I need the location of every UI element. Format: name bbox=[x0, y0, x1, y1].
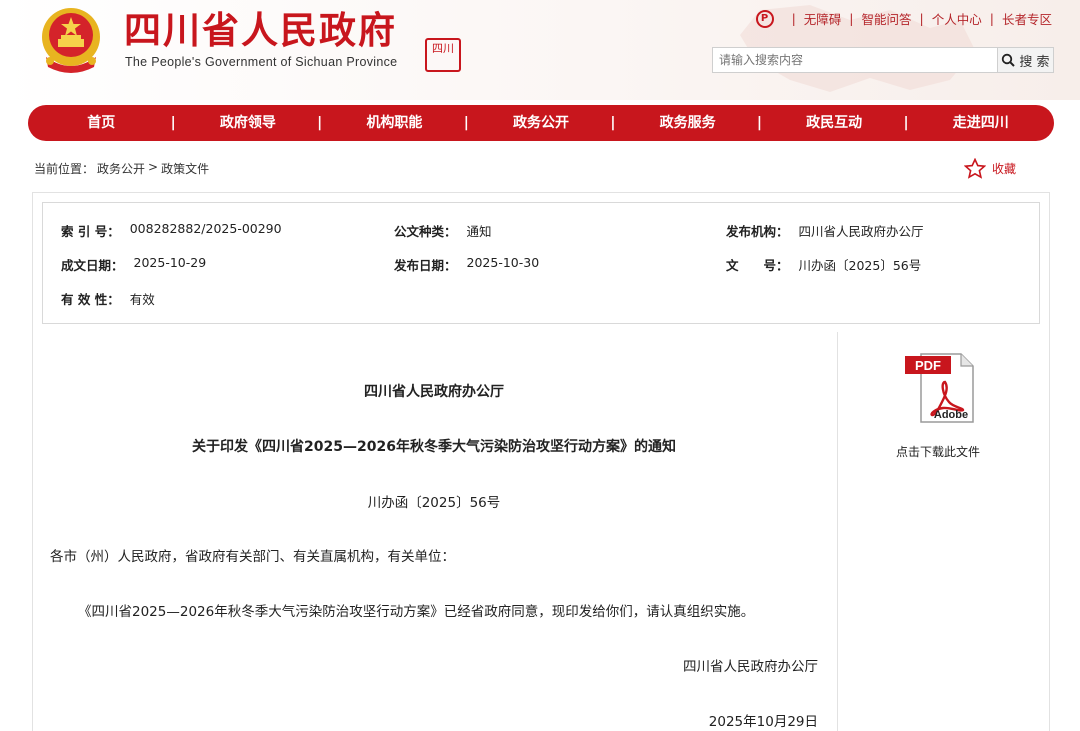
breadcrumb: 当前位置： 政务公开 > 政策文件 bbox=[34, 160, 209, 177]
smart-qa-link[interactable]: 智能问答 bbox=[862, 9, 912, 28]
breadcrumb-policy-docs[interactable]: 政策文件 bbox=[161, 160, 209, 177]
document-signature: 四川省人民政府办公厅 bbox=[683, 659, 818, 675]
favorite-button[interactable]: 收藏 bbox=[964, 158, 1016, 179]
adobe-text: Adobe bbox=[934, 409, 968, 421]
column-divider bbox=[837, 332, 838, 731]
main-nav: 首页 政府领导 机构职能 政务公开 政务服务 政民互动 走进四川 bbox=[28, 105, 1054, 141]
site-title[interactable]: 四川省人民政府 bbox=[124, 8, 397, 52]
meta-org: 发布机构： 四川省人民政府办公厅 bbox=[726, 221, 924, 240]
meta-index-label: 索 引 号： bbox=[61, 224, 120, 239]
nav-public-affairs[interactable]: 政务公开 bbox=[464, 105, 615, 141]
sichuan-seal-logo: 四川 bbox=[425, 38, 461, 72]
search-button[interactable]: 搜 索 bbox=[997, 47, 1054, 73]
meta-docno: 文 号： 川办函〔2025〕56号 bbox=[726, 255, 921, 274]
pdf-tag: PDF bbox=[915, 358, 941, 373]
national-emblem-icon bbox=[42, 8, 100, 73]
meta-published-value: 2025-10-30 bbox=[466, 255, 540, 270]
nav-home[interactable]: 首页 bbox=[28, 105, 175, 141]
site-header: 四川省人民政府 The People's Government of Sichu… bbox=[0, 0, 1080, 100]
meta-validity-value: 有效 bbox=[129, 292, 155, 307]
meta-type-value: 通知 bbox=[466, 224, 492, 239]
nav-services[interactable]: 政务服务 bbox=[610, 105, 761, 141]
breadcrumb-public-affairs[interactable]: 政务公开 bbox=[97, 160, 145, 177]
nav-about-sichuan[interactable]: 走进四川 bbox=[903, 105, 1054, 141]
search-input[interactable] bbox=[712, 47, 997, 73]
meta-docno-value: 川办函〔2025〕56号 bbox=[798, 258, 922, 273]
nav-functions[interactable]: 机构职能 bbox=[317, 105, 468, 141]
seal-text: 四川 bbox=[432, 42, 454, 55]
favorite-label: 收藏 bbox=[992, 162, 1017, 176]
meta-type-label: 公文种类： bbox=[394, 224, 457, 239]
nav-interaction[interactable]: 政民互动 bbox=[757, 105, 908, 141]
meta-published: 发布日期： 2025-10-30 bbox=[394, 255, 539, 274]
meta-created-value: 2025-10-29 bbox=[133, 255, 207, 270]
top-links: P | 无障碍 | 智能问答 | 个人中心 | 长者专区 bbox=[755, 9, 1052, 28]
meta-published-label: 发布日期： bbox=[394, 258, 457, 273]
document-issuer: 四川省人民政府办公厅 bbox=[364, 384, 504, 400]
meta-org-value: 四川省人民政府办公厅 bbox=[798, 224, 924, 239]
weibo-icon[interactable]: P bbox=[755, 9, 774, 28]
meta-created: 成文日期： 2025-10-29 bbox=[61, 255, 206, 274]
meta-validity-label: 有 效 性： bbox=[61, 292, 120, 307]
personal-center-link[interactable]: 个人中心 bbox=[932, 9, 982, 28]
meta-created-label: 成文日期： bbox=[61, 258, 124, 273]
document-paragraph: 《四川省2025—2026年秋冬季大气污染防治攻坚行动方案》已经省政府同意，现印… bbox=[78, 604, 755, 620]
accessibility-link[interactable]: 无障碍 bbox=[804, 9, 842, 28]
star-icon bbox=[964, 158, 986, 179]
meta-docno-label: 文 号： bbox=[726, 258, 789, 273]
document-number: 川办函〔2025〕56号 bbox=[367, 495, 501, 511]
meta-type: 公文种类： 通知 bbox=[394, 221, 492, 240]
document-date: 2025年10月29日 bbox=[708, 714, 818, 730]
meta-org-label: 发布机构： bbox=[726, 224, 789, 239]
document-metadata: 索 引 号： 008282882/2025-00290 公文种类： 通知 发布机… bbox=[42, 202, 1040, 324]
search-button-label: 搜 索 bbox=[1019, 54, 1050, 70]
meta-index: 索 引 号： 008282882/2025-00290 bbox=[61, 221, 282, 240]
meta-validity: 有 效 性： 有效 bbox=[61, 289, 155, 308]
pdf-download-icon[interactable]: PDF Adobe bbox=[905, 352, 975, 424]
site-title-en: The People's Government of Sichuan Provi… bbox=[125, 55, 398, 69]
meta-index-value: 008282882/2025-00290 bbox=[129, 221, 282, 236]
nav-leaders[interactable]: 政府领导 bbox=[171, 105, 322, 141]
search-bar: 搜 索 bbox=[712, 47, 1054, 73]
elderly-zone-link[interactable]: 长者专区 bbox=[1002, 9, 1052, 28]
breadcrumb-separator: > bbox=[148, 160, 159, 174]
document-addressee: 各市（州）人民政府，省政府有关部门、有关直属机构，有关单位： bbox=[50, 549, 455, 565]
search-icon bbox=[1002, 53, 1016, 67]
download-file-link[interactable]: 点击下载此文件 bbox=[880, 443, 996, 460]
document-title: 关于印发《四川省2025—2026年秋冬季大气污染防治攻坚行动方案》的通知 bbox=[192, 439, 676, 455]
breadcrumb-prefix: 当前位置： bbox=[34, 162, 95, 176]
